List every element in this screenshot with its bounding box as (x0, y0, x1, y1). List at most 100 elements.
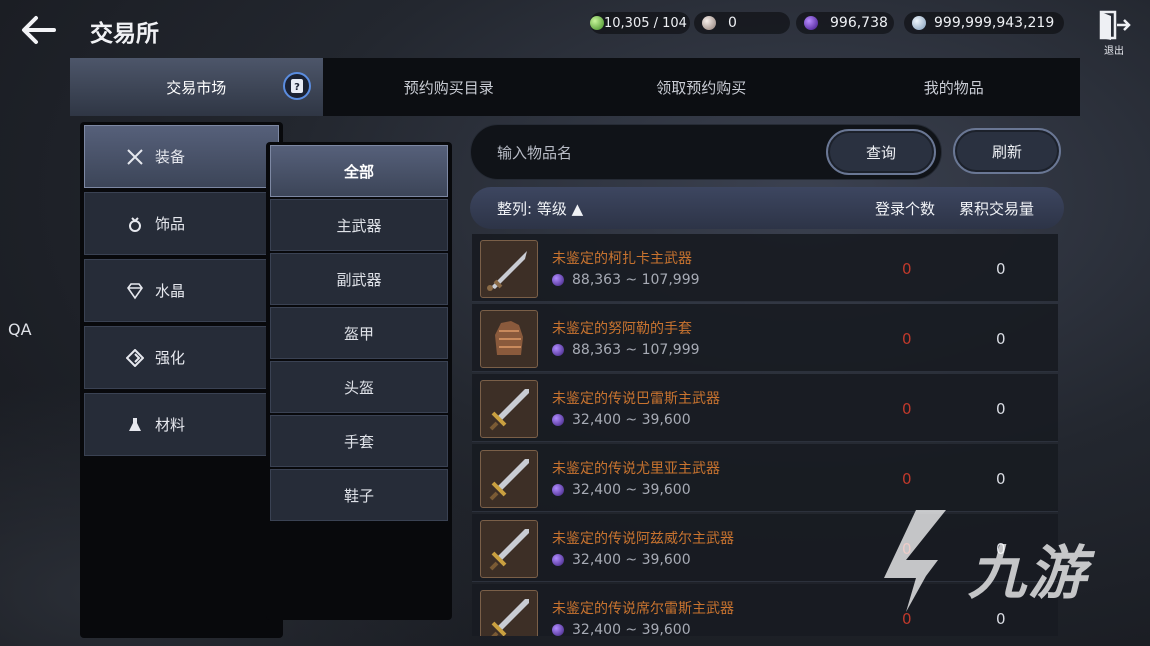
flask-icon (125, 415, 145, 435)
price-range: 88,363 ~ 107,999 (572, 342, 700, 358)
black-pearl-icon (552, 484, 564, 496)
item-name: 未鉴定的传说巴雷斯主武器 (552, 391, 720, 407)
price-range: 32,400 ~ 39,600 (572, 622, 691, 636)
pearl-icon (702, 16, 716, 30)
item-name: 未鉴定的传说阿兹威尔主武器 (552, 531, 734, 547)
enhance-icon (125, 348, 145, 368)
query-button[interactable]: 查询 (826, 129, 936, 175)
sort-button[interactable]: 整列: 等级 ▲ (497, 198, 583, 219)
subcategory-main-weapon[interactable]: 主武器 (270, 199, 448, 251)
item-price: 32,400 ~ 39,600 (552, 622, 691, 636)
category-enhance[interactable]: 强化 (84, 326, 279, 389)
exit-button[interactable]: 退出 (1096, 10, 1132, 57)
item-count: 0 (902, 400, 912, 418)
crossed-swords-icon (125, 147, 145, 167)
currency-energy-value: 10,305 / 104 (604, 15, 687, 31)
item-name: 未鉴定的努阿勒的手套 (552, 321, 692, 337)
price-range: 32,400 ~ 39,600 (572, 412, 691, 428)
black-pearl-icon (804, 16, 818, 30)
watermark-logo: 九游 (876, 500, 1116, 620)
price-range: 32,400 ~ 39,600 (572, 482, 691, 498)
item-name: 未鉴定的传说尤里亚主武器 (552, 461, 720, 477)
item-name: 未鉴定的柯扎卡主武器 (552, 251, 692, 267)
diamond-icon (125, 281, 145, 301)
gauntlet-icon (480, 310, 538, 368)
tab-label: 我的物品 (923, 78, 984, 97)
watermark-text: 九游 (968, 539, 1089, 607)
item-volume: 0 (996, 470, 1006, 488)
black-pearl-icon (552, 344, 564, 356)
qa-label: QA (8, 320, 32, 339)
item-count: 0 (902, 260, 912, 278)
item-price: 88,363 ~ 107,999 (552, 342, 700, 358)
category-material[interactable]: 材料 (84, 393, 279, 456)
item-volume: 0 (996, 330, 1006, 348)
arrow-left-icon (22, 16, 56, 44)
tab-my-items[interactable]: 我的物品 (828, 58, 1081, 116)
price-range: 88,363 ~ 107,999 (572, 272, 700, 288)
registered-count-header: 登录个数 (875, 200, 936, 218)
category-label: 水晶 (155, 282, 186, 300)
category-label: 材料 (155, 416, 186, 434)
black-pearl-icon (552, 414, 564, 426)
dagger-icon (480, 240, 538, 298)
list-item[interactable]: 未鉴定的柯扎卡主武器 88,363 ~ 107,999 0 0 (472, 234, 1058, 302)
category-label: 强化 (155, 349, 186, 367)
sword-icon (480, 380, 538, 438)
subcategory-gloves[interactable]: 手套 (270, 415, 448, 467)
price-range: 32,400 ~ 39,600 (572, 552, 691, 568)
item-name: 未鉴定的传说席尔雷斯主武器 (552, 601, 734, 617)
subcategory-all[interactable]: 全部 (270, 145, 448, 197)
subcategory-panel: 全部 主武器 副武器 盔甲 头盔 手套 鞋子 (266, 142, 452, 620)
search-input[interactable] (497, 139, 797, 167)
ring-icon (125, 214, 145, 234)
subcategory-sub-weapon[interactable]: 副武器 (270, 253, 448, 305)
category-panel: 装备 饰品 水晶 强化 材料 (80, 122, 283, 638)
currency-silver: 999,999,943,219 (904, 12, 1064, 34)
item-count: 0 (902, 470, 912, 488)
item-volume: 0 (996, 400, 1006, 418)
sword-icon (480, 450, 538, 508)
item-price: 32,400 ~ 39,600 (552, 482, 691, 498)
black-pearl-icon (552, 624, 564, 636)
item-price: 88,363 ~ 107,999 (552, 272, 700, 288)
subcategory-armor[interactable]: 盔甲 (270, 307, 448, 359)
tab-bar: 交易市场 ? 预约购买目录 领取预约购买 我的物品 (70, 58, 1080, 116)
black-pearl-icon (552, 274, 564, 286)
back-button[interactable] (18, 12, 58, 48)
refresh-button[interactable]: 刷新 (953, 128, 1061, 174)
page-title: 交易所 (90, 21, 159, 47)
currency-silver-value: 999,999,943,219 (934, 15, 1055, 31)
subcategory-helmet[interactable]: 头盔 (270, 361, 448, 413)
category-equipment[interactable]: 装备 (84, 125, 279, 188)
list-item[interactable]: 未鉴定的努阿勒的手套 88,363 ~ 107,999 0 0 (472, 304, 1058, 372)
silver-coin-icon (912, 16, 926, 30)
question-book-icon: ? (290, 79, 303, 93)
currency-pearl-value: 0 (728, 15, 737, 31)
tab-claim-reservation[interactable]: 领取预约购买 (575, 58, 828, 116)
item-volume: 0 (996, 260, 1006, 278)
black-pearl-icon (552, 554, 564, 566)
category-label: 装备 (155, 148, 186, 166)
svg-text:?: ? (294, 82, 300, 93)
currency-pearl: 0 (694, 12, 790, 34)
currency-black-pearl-value: 996,738 (830, 15, 888, 31)
list-item[interactable]: 未鉴定的传说巴雷斯主武器 32,400 ~ 39,600 0 0 (472, 374, 1058, 442)
tab-reservation-list[interactable]: 预约购买目录 (323, 58, 576, 116)
door-exit-icon (1099, 10, 1131, 40)
list-header: 整列: 等级 ▲ 登录个数 累积交易量 (470, 187, 1064, 229)
item-count: 0 (902, 330, 912, 348)
item-price: 32,400 ~ 39,600 (552, 412, 691, 428)
tab-trade-market[interactable]: 交易市场 ? (70, 58, 323, 116)
exit-label: 退出 (1104, 46, 1124, 57)
help-guide-button[interactable]: ? (282, 72, 311, 100)
currency-energy: 10,305 / 104 (590, 12, 690, 34)
tab-label: 交易市场 (166, 78, 227, 97)
tab-label: 预约购买目录 (403, 78, 494, 97)
category-accessory[interactable]: 饰品 (84, 192, 279, 255)
trade-volume-header: 累积交易量 (959, 200, 1035, 218)
currency-black-pearl: 996,738 (796, 12, 894, 34)
category-crystal[interactable]: 水晶 (84, 259, 279, 322)
subcategory-shoes[interactable]: 鞋子 (270, 469, 448, 521)
sword-icon (480, 590, 538, 636)
